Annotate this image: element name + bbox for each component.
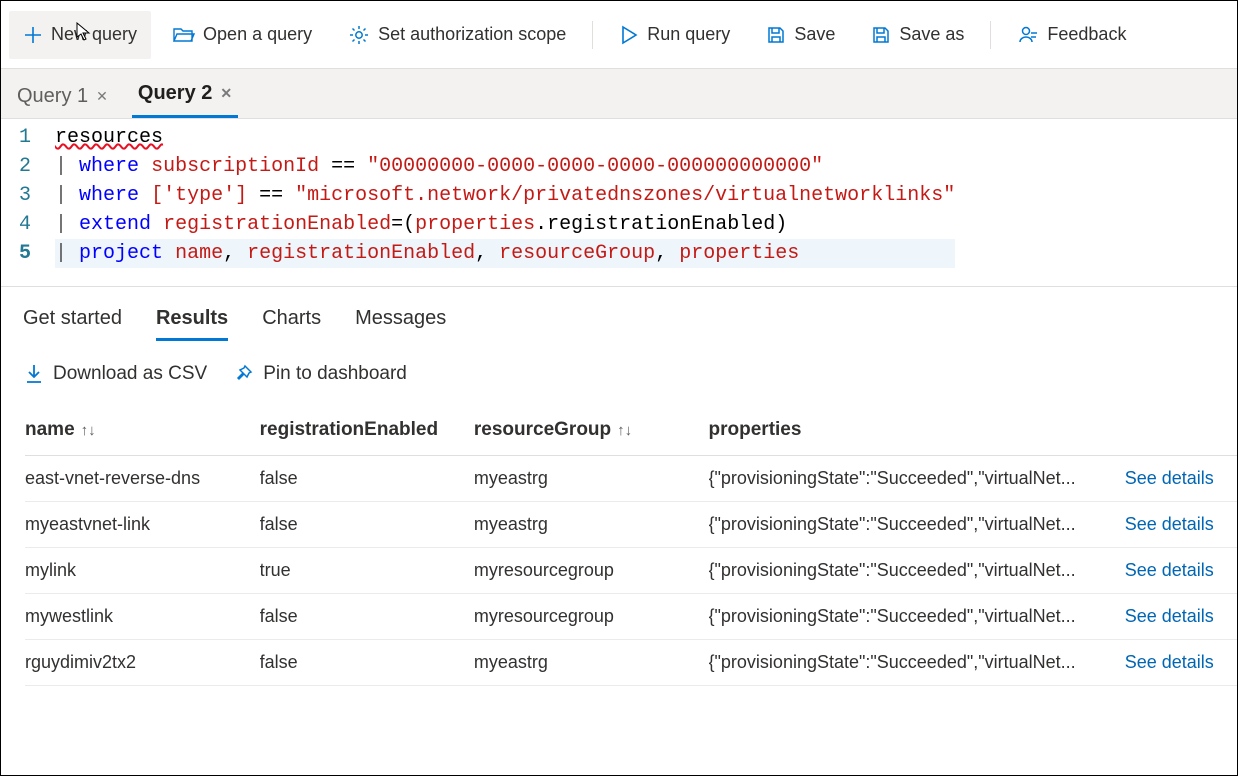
col-header-resourcegroup[interactable]: resourceGroup↑↓: [474, 409, 709, 456]
download-icon: [25, 364, 43, 384]
table-row[interactable]: mylinktruemyresourcegroup{"provisioningS…: [25, 548, 1237, 594]
cell-name: myeastvnet-link: [25, 502, 260, 548]
cell-name: east-vnet-reverse-dns: [25, 456, 260, 502]
tab-results[interactable]: Results: [156, 307, 228, 341]
feedback-button[interactable]: Feedback: [1003, 11, 1140, 59]
cell-name: mylink: [25, 548, 260, 594]
run-query-label: Run query: [647, 24, 730, 45]
line-number-gutter: 12345: [1, 123, 55, 268]
see-details-link[interactable]: See details: [1125, 514, 1214, 534]
cell-properties: {"provisioningState":"Succeeded","virtua…: [709, 548, 1125, 594]
save-as-label: Save as: [899, 24, 964, 45]
cell-registrationEnabled: false: [260, 502, 474, 548]
save-button[interactable]: Save: [752, 11, 849, 59]
plus-icon: [23, 25, 43, 45]
query-tabs-bar: Query 1 ✕ Query 2 ✕: [1, 69, 1237, 119]
save-as-button[interactable]: Save as: [857, 11, 978, 59]
see-details-link[interactable]: See details: [1125, 468, 1214, 488]
cell-resourceGroup: myeastrg: [474, 456, 709, 502]
download-csv-button[interactable]: Download as CSV: [25, 363, 207, 385]
feedback-label: Feedback: [1047, 24, 1126, 45]
open-query-button[interactable]: Open a query: [159, 11, 326, 59]
cell-properties: {"provisioningState":"Succeeded","virtua…: [709, 594, 1125, 640]
col-header-registration[interactable]: registrationEnabled: [260, 409, 474, 456]
table-row[interactable]: east-vnet-reverse-dnsfalsemyeastrg{"prov…: [25, 456, 1237, 502]
save-label: Save: [794, 24, 835, 45]
cell-properties: {"provisioningState":"Succeeded","virtua…: [709, 502, 1125, 548]
new-query-button[interactable]: New query: [9, 11, 151, 59]
see-details-link[interactable]: See details: [1125, 560, 1214, 580]
results-table: name↑↓ registrationEnabled resourceGroup…: [25, 409, 1237, 686]
query-tab-2-label: Query 2: [138, 82, 212, 105]
code-area[interactable]: resources| where subscriptionId == "0000…: [55, 123, 955, 268]
download-csv-label: Download as CSV: [53, 363, 207, 385]
col-header-name[interactable]: name↑↓: [25, 409, 260, 456]
code-editor[interactable]: 12345 resources| where subscriptionId ==…: [1, 119, 1237, 287]
cell-name: mywestlink: [25, 594, 260, 640]
pin-dashboard-label: Pin to dashboard: [263, 363, 407, 385]
feedback-icon: [1017, 24, 1039, 46]
toolbar-separator: [592, 21, 593, 49]
cell-properties: {"provisioningState":"Succeeded","virtua…: [709, 456, 1125, 502]
query-tab-1[interactable]: Query 1 ✕: [11, 75, 114, 118]
cell-resourceGroup: myresourcegroup: [474, 548, 709, 594]
close-icon[interactable]: ✕: [94, 88, 108, 105]
cell-properties: {"provisioningState":"Succeeded","virtua…: [709, 640, 1125, 686]
toolbar-separator-2: [990, 21, 991, 49]
cell-registrationEnabled: false: [260, 640, 474, 686]
folder-open-icon: [173, 26, 195, 44]
pin-dashboard-button[interactable]: Pin to dashboard: [233, 363, 407, 385]
cell-resourceGroup: myeastrg: [474, 640, 709, 686]
close-icon[interactable]: ✕: [218, 85, 232, 102]
toolbar: New query Open a query Set authorization…: [1, 1, 1237, 69]
results-tabs: Get started Results Charts Messages: [1, 287, 1237, 341]
cell-registrationEnabled: true: [260, 548, 474, 594]
pin-icon: [233, 364, 253, 384]
table-row[interactable]: myeastvnet-linkfalsemyeastrg{"provisioni…: [25, 502, 1237, 548]
open-query-label: Open a query: [203, 24, 312, 45]
tab-charts[interactable]: Charts: [262, 307, 321, 341]
col-header-properties[interactable]: properties: [709, 409, 1125, 456]
query-tab-2[interactable]: Query 2 ✕: [132, 72, 238, 118]
auth-scope-label: Set authorization scope: [378, 24, 566, 45]
sort-icon: ↑↓: [617, 422, 632, 439]
play-icon: [619, 25, 639, 45]
tab-get-started[interactable]: Get started: [23, 307, 122, 341]
table-row[interactable]: mywestlinkfalsemyresourcegroup{"provisio…: [25, 594, 1237, 640]
cell-resourceGroup: myresourcegroup: [474, 594, 709, 640]
cell-name: rguydimiv2tx2: [25, 640, 260, 686]
gear-icon: [348, 24, 370, 46]
cell-resourceGroup: myeastrg: [474, 502, 709, 548]
sort-icon: ↑↓: [81, 422, 96, 439]
auth-scope-button[interactable]: Set authorization scope: [334, 11, 580, 59]
table-header-row: name↑↓ registrationEnabled resourceGroup…: [25, 409, 1237, 456]
run-query-button[interactable]: Run query: [605, 11, 744, 59]
query-tab-1-label: Query 1: [17, 85, 88, 108]
tab-messages[interactable]: Messages: [355, 307, 446, 341]
cell-registrationEnabled: false: [260, 594, 474, 640]
new-query-label: New query: [51, 24, 137, 45]
see-details-link[interactable]: See details: [1125, 652, 1214, 672]
cell-registrationEnabled: false: [260, 456, 474, 502]
save-icon: [766, 25, 786, 45]
see-details-link[interactable]: See details: [1125, 606, 1214, 626]
table-row[interactable]: rguydimiv2tx2falsemyeastrg{"provisioning…: [25, 640, 1237, 686]
results-actions: Download as CSV Pin to dashboard: [1, 341, 1237, 395]
save-as-icon: [871, 25, 891, 45]
